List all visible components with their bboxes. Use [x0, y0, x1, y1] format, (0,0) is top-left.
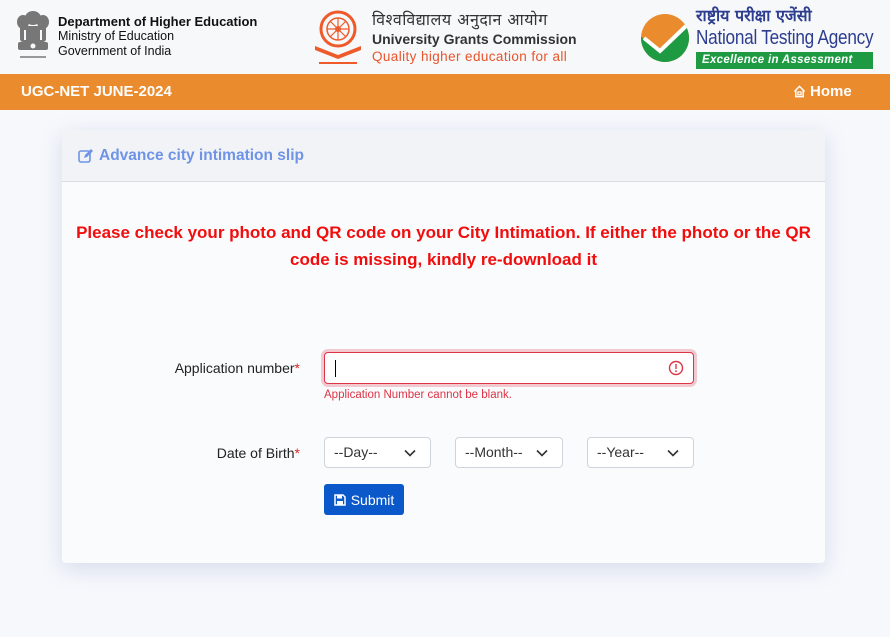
nta-branding: राष्ट्रीय परीक्षा एजेंसी National Testin… — [696, 6, 874, 69]
ugc-logo — [315, 10, 361, 64]
day-select[interactable]: --Day-- — [324, 437, 431, 468]
government-name: Government of India — [58, 44, 172, 58]
month-select[interactable]: --Month-- — [455, 437, 563, 468]
site-header: Department of Higher Education Ministry … — [0, 0, 890, 74]
ugc-tagline: Quality higher education for all — [372, 49, 568, 64]
year-select[interactable]: --Year-- — [587, 437, 694, 468]
dob-label: Date of Birth* — [122, 445, 300, 461]
national-emblem-logo — [17, 11, 49, 58]
month-select-value: --Month-- — [465, 444, 523, 460]
photo-qr-notice: Please check your photo and QR code on y… — [76, 223, 811, 269]
application-number-error: Application Number cannot be blank. — [324, 389, 512, 401]
day-select-value: --Day-- — [334, 444, 378, 460]
nta-hindi-name: राष्ट्रीय परीक्षा एजेंसी — [696, 6, 812, 25]
ministry-name: Ministry of Education — [58, 29, 175, 43]
submit-button-label: Submit — [350, 491, 395, 508]
navbar: UGC-NET JUNE-2024 Home — [0, 74, 890, 110]
city-intimation-card: Advance city intimation slip Please chec… — [62, 130, 825, 563]
nta-english-name: National Testing Agency — [696, 27, 874, 49]
ugc-branding: विश्वविद्यालय अनुदान आयोग University Gra… — [372, 10, 577, 66]
application-number-label-text: Application number — [174, 360, 295, 376]
save-icon — [333, 493, 346, 506]
dhe-title: Department of Higher Education — [58, 14, 258, 29]
error-icon — [668, 360, 684, 376]
card-header: Advance city intimation slip — [62, 130, 825, 182]
chevron-down-icon — [667, 449, 679, 457]
required-asterisk: * — [294, 360, 300, 376]
dhe-branding: Department of Higher Education Ministry … — [58, 14, 257, 59]
home-icon — [793, 85, 806, 98]
edit-icon — [78, 148, 93, 163]
text-cursor — [335, 360, 336, 377]
nta-tagline: Excellence in Assessment — [696, 52, 873, 69]
nta-logo — [641, 14, 689, 62]
home-link[interactable]: Home — [793, 83, 852, 100]
required-asterisk: * — [294, 445, 300, 461]
home-link-label: Home — [810, 83, 852, 100]
application-number-field[interactable] — [324, 352, 694, 384]
card-title: Advance city intimation slip — [99, 146, 304, 164]
year-select-value: --Year-- — [597, 444, 644, 460]
ugc-hindi-name: विश्वविद्यालय अनुदान आयोग — [372, 10, 548, 29]
submit-button[interactable]: Submit — [324, 484, 404, 515]
ugc-english-name: University Grants Commission — [372, 31, 577, 47]
chevron-down-icon — [536, 449, 548, 457]
dob-label-text: Date of Birth — [216, 445, 295, 461]
application-number-label: Application number* — [122, 360, 300, 376]
application-number-input[interactable] — [334, 353, 664, 381]
exam-title: UGC-NET JUNE-2024 — [21, 83, 172, 100]
chevron-down-icon — [404, 449, 416, 457]
